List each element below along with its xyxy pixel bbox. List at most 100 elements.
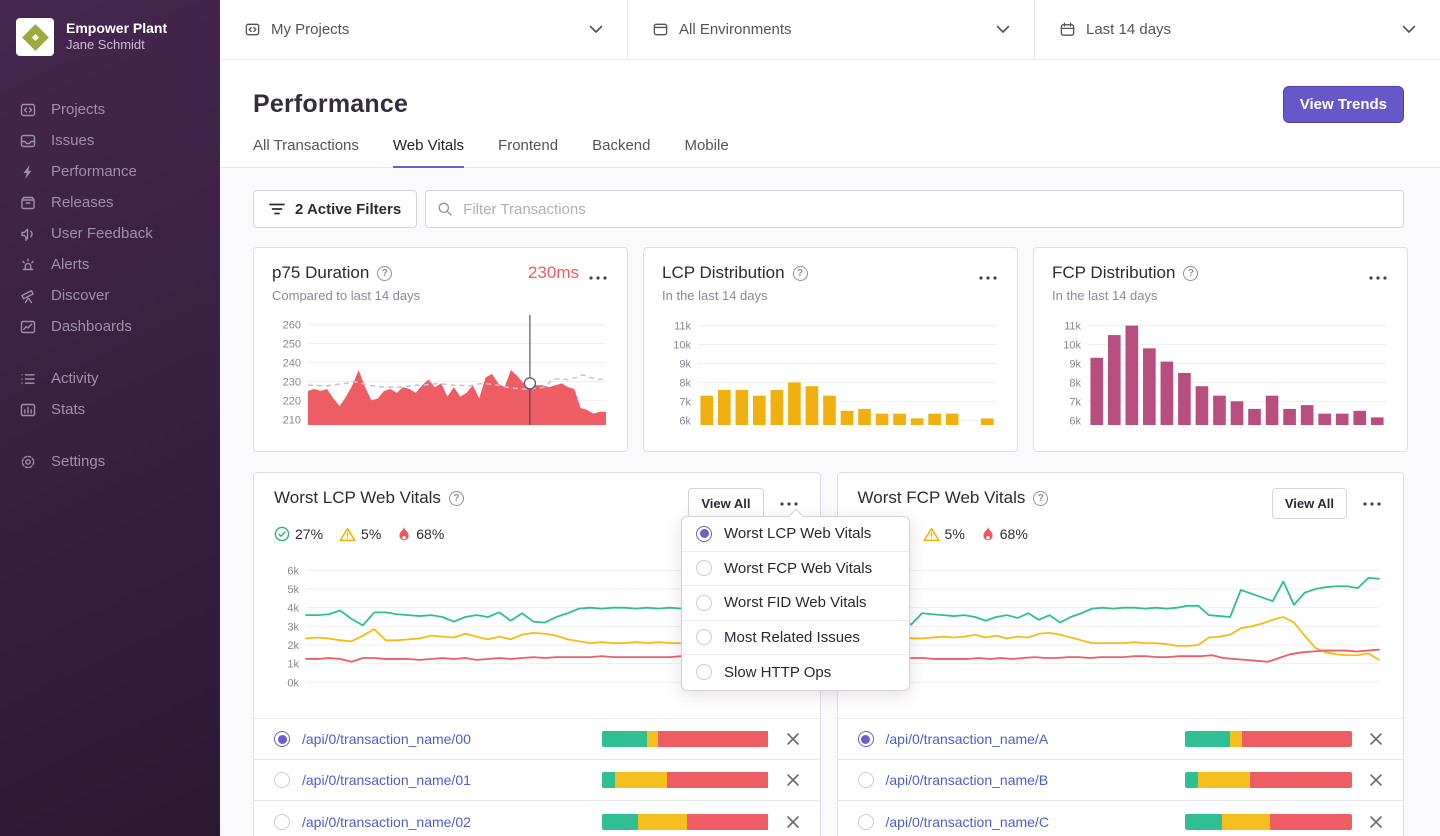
calendar-icon: [1060, 22, 1075, 36]
card-title: LCP Distribution: [662, 263, 785, 282]
sidebar-item-label: Settings: [51, 453, 106, 470]
sidebar-item-discover[interactable]: Discover: [0, 280, 220, 311]
org-name: Empower Plant: [66, 19, 168, 36]
menu-item-worst-fid[interactable]: Worst FID Web Vitals: [682, 586, 909, 621]
meh-percent: 5%: [361, 526, 382, 542]
row-radio[interactable]: [857, 772, 874, 788]
svg-text:210: 210: [283, 414, 301, 426]
sidebar-item-user-feedback[interactable]: User Feedback: [0, 218, 220, 249]
sidebar-item-issues[interactable]: Issues: [0, 125, 220, 156]
row-radio[interactable]: [274, 813, 290, 830]
transaction-link[interactable]: /api/0/transaction_name/01: [302, 772, 471, 788]
org-switcher[interactable]: Empower Plant Jane Schmidt: [0, 0, 220, 70]
row-radio[interactable]: [857, 813, 874, 830]
sidebar-item-stats[interactable]: Stats: [0, 394, 220, 425]
transaction-row: /api/0/transaction_name/C: [837, 801, 1403, 836]
help-icon[interactable]: ?: [448, 490, 464, 506]
sidebar-item-settings[interactable]: Settings: [0, 446, 220, 477]
check-circle-icon: [274, 526, 290, 542]
menu-item-label: Slow HTTP Ops: [724, 663, 832, 681]
svg-text:3k: 3k: [287, 621, 299, 633]
svg-text:2k: 2k: [287, 640, 299, 652]
lcp-distribution-chart[interactable]: 6k 7k 8k 9k 10k 11k: [662, 313, 999, 431]
tab-all-transactions[interactable]: All Transactions: [253, 137, 359, 169]
org-user: Jane Schmidt: [66, 37, 145, 53]
tab-web-vitals[interactable]: Web Vitals: [392, 137, 465, 169]
card-menu-button[interactable]: [778, 498, 800, 510]
help-icon[interactable]: ?: [1033, 490, 1049, 506]
view-trends-button[interactable]: View Trends: [1282, 86, 1404, 123]
sidebar-item-label: Performance: [51, 163, 137, 180]
transaction-row: /api/0/transaction_name/00: [254, 719, 820, 760]
poor-percent: 68%: [416, 526, 445, 542]
project-selector[interactable]: My Projects: [220, 0, 628, 59]
menu-item-label: Most Related Issues: [724, 628, 860, 646]
main: My Projects All Environments Last 14 day…: [220, 0, 1440, 836]
megaphone-icon: [21, 228, 33, 241]
menu-item-most-related-issues[interactable]: Most Related Issues: [682, 620, 909, 655]
global-selection-bar: My Projects All Environments Last 14 day…: [220, 0, 1440, 60]
svg-text:8k: 8k: [679, 377, 691, 389]
sidebar-item-performance[interactable]: Performance: [0, 156, 220, 187]
vitals-minibar: [601, 813, 769, 830]
card-menu-button[interactable]: [1361, 498, 1383, 510]
close-icon[interactable]: [1369, 773, 1383, 787]
row-radio[interactable]: [857, 731, 874, 747]
card-menu-button[interactable]: [1367, 262, 1389, 284]
card-menu-button[interactable]: [587, 262, 609, 284]
close-icon[interactable]: [1369, 815, 1383, 829]
menu-item-label: Worst FID Web Vitals: [724, 594, 867, 612]
worst-fcp-card: Worst FCP Web Vitals ? View All 27% 5%: [836, 472, 1404, 836]
sidebar-item-alerts[interactable]: Alerts: [0, 249, 220, 280]
tab-bar: All Transactions Web Vitals Frontend Bac…: [220, 123, 1440, 169]
transaction-link[interactable]: /api/0/transaction_name/A: [886, 731, 1049, 747]
sidebar-item-label: Issues: [51, 132, 95, 149]
close-icon[interactable]: [1369, 732, 1383, 746]
menu-item-worst-lcp[interactable]: Worst LCP Web Vitals: [682, 517, 909, 552]
svg-text:11k: 11k: [1064, 321, 1081, 333]
page-header: Performance View Trends: [220, 60, 1440, 123]
row-radio[interactable]: [274, 772, 290, 788]
menu-item-slow-http-ops[interactable]: Slow HTTP Ops: [682, 655, 909, 690]
sidebar-item-releases[interactable]: Releases: [0, 187, 220, 218]
card-menu-button[interactable]: [977, 262, 999, 284]
tab-mobile[interactable]: Mobile: [684, 137, 728, 169]
tab-backend[interactable]: Backend: [592, 137, 650, 169]
chart-cards-row: p75 Duration ? 230ms Compared to last 14…: [253, 247, 1408, 452]
help-icon[interactable]: ?: [792, 265, 808, 281]
view-all-button[interactable]: View All: [1271, 488, 1347, 519]
transaction-link[interactable]: /api/0/transaction_name/C: [886, 814, 1049, 830]
search-input[interactable]: [425, 190, 1404, 228]
transaction-list: /api/0/transaction_name/00 /api/0/transa…: [254, 718, 820, 836]
daterange-selector[interactable]: Last 14 days: [1035, 0, 1440, 59]
sidebar-item-dashboards[interactable]: Dashboards: [0, 311, 220, 342]
sidebar-item-label: User Feedback: [51, 225, 153, 242]
close-icon[interactable]: [786, 732, 800, 746]
flame-icon: [983, 526, 993, 541]
environment-selector[interactable]: All Environments: [628, 0, 1035, 59]
active-filters-button[interactable]: 2 Active Filters: [253, 190, 418, 228]
fcp-distribution-chart[interactable]: 6k 7k 8k 9k 10k 11k: [1052, 313, 1389, 431]
transaction-link[interactable]: /api/0/transaction_name/00: [302, 731, 471, 747]
close-icon[interactable]: [786, 773, 800, 787]
search: [425, 190, 1404, 228]
worst-fcp-chart[interactable]: 0k1k2k3k4k5k6k: [858, 552, 1385, 710]
sidebar-item-projects[interactable]: Projects: [0, 94, 220, 125]
help-icon[interactable]: ?: [1183, 265, 1199, 281]
help-icon[interactable]: ?: [377, 265, 393, 281]
p75-duration-chart[interactable]: 210 220 230 240 250 260: [272, 313, 609, 431]
tab-frontend[interactable]: Frontend: [498, 137, 558, 169]
svg-text:5k: 5k: [287, 584, 299, 596]
sidebar-item-activity[interactable]: Activity: [0, 363, 220, 394]
svg-text:260: 260: [283, 320, 301, 332]
transaction-row: /api/0/transaction_name/B: [837, 760, 1403, 801]
view-all-button[interactable]: View All: [688, 488, 764, 519]
transaction-link[interactable]: /api/0/transaction_name/B: [886, 772, 1049, 788]
svg-text:9k: 9k: [1069, 358, 1081, 370]
vitals-minibar: [1185, 813, 1352, 830]
transaction-link[interactable]: /api/0/transaction_name/02: [302, 814, 471, 830]
menu-item-worst-fcp[interactable]: Worst FCP Web Vitals: [682, 551, 909, 586]
projects-icon: [20, 103, 36, 116]
close-icon[interactable]: [786, 815, 800, 829]
row-radio[interactable]: [274, 731, 290, 747]
